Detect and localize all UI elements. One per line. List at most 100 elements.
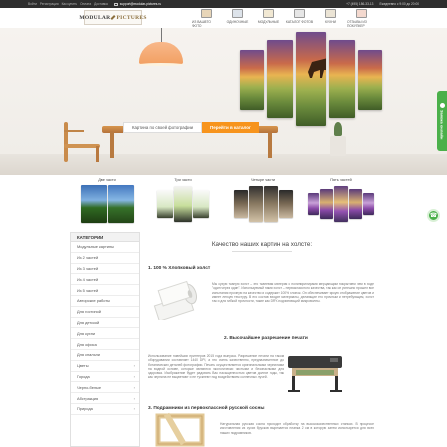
nav-item-single[interactable]: ОДИНОЧНЫЕ [223,9,252,28]
main-nav: ИЗ ВАШЕГО ФОТО ОДИНОЧНЫЕ МОДУЛЬНЫЕ КАТАЛ… [192,9,376,28]
category-label: Пять частей [330,178,352,182]
top-link[interactable]: Войти [28,2,37,6]
wooden-chair [60,122,106,162]
wall-panel [240,50,264,110]
sidebar-item-label: Из 3 частей [77,265,99,271]
nav-item-modular[interactable]: МОДУЛЬНЫЕ [254,9,283,28]
photo-frame-icon [201,9,212,18]
nav-item-label: МОДУЛЬНЫЕ [257,20,280,24]
chevron-down-icon: › [133,373,135,379]
sidebar-item[interactable]: Из 4 частей [71,274,139,286]
nav-item-own-photo[interactable]: ИЗ ВАШЕГО ФОТО [192,9,221,28]
sidebar-title: КАТЕГОРИИ [71,233,139,242]
top-bar: Войти Регистрация Как купить Оплата Дост… [0,0,447,8]
horse-icon [308,58,326,78]
sidebar-item[interactable]: Для спальни [71,350,139,361]
sidebar-item[interactable]: Черно-белые › [71,382,139,394]
catalog-button[interactable]: Перейти в каталог [202,122,259,133]
top-links: Войти Регистрация Как купить Оплата Дост… [28,2,108,6]
reviews-icon [356,9,367,18]
sidebar-item[interactable]: Для кухни [71,328,139,340]
sidebar-item-label: Из 2 частей [77,255,99,261]
sidebar-item[interactable]: Из 3 частей [71,264,139,275]
site-logo[interactable]: MODULAR PICTURES [79,10,146,25]
kitchen-icon [325,9,336,18]
plant-pot [330,122,346,156]
sidebar-item[interactable]: Для детской [71,318,139,329]
sidebar-item-label: Из 5 частей [77,287,99,293]
logo-word-1: MODULAR [79,14,111,21]
phone-call-button[interactable]: ☎ [427,209,440,222]
sidebar-item[interactable]: Природа › [71,404,139,415]
work-hours: Ежедневно с 9:00 до 20:00 [379,2,419,6]
category-five-parts[interactable]: Пять частей [300,178,382,224]
phone-number[interactable]: +7 (495) 186-33-13 [346,2,373,6]
top-link[interactable]: Оплата [80,2,91,6]
top-email[interactable]: support@modular-pictures.ru [113,2,161,6]
sidebar-item-label: Абстракция [77,395,99,401]
nav-item-label: ИЗ ВАШЕГО ФОТО [192,20,211,28]
section-text: Натуральная русская сосна проходит обраб… [220,422,374,435]
top-link[interactable]: Как купить [62,2,78,6]
sidebar-item-label: Из 4 частей [77,276,99,282]
section-text: Мы сухую тканую холст – это тканевая мат… [212,282,375,304]
sidebar-item-label: Для гостиной [77,309,101,315]
wall-panel [329,40,355,118]
nav-item-kitchens[interactable]: КУХНИ [316,9,345,28]
category-four-parts[interactable]: Четыре части [222,178,304,224]
sidebar-item-label: Для кухни [77,330,96,336]
phone-icon: ☎ [429,213,438,219]
sidebar-item-label: Природа [77,406,93,412]
quality-content: Качество наших картин на холсте: 1. 100 … [146,232,378,447]
nav-item-reviews[interactable]: ОТЗЫВЫ ИЗ ПОКУПКЕР [347,9,376,28]
sidebar-item[interactable]: Для офиса [71,339,139,350]
chevron-down-icon: › [133,406,135,412]
section-title: 1. 100 % Хлопковый холст [148,266,211,271]
section-heading: Качество наших картин на холсте: [211,241,313,248]
sidebar-item[interactable]: Абстракция › [71,393,139,404]
category-previews: Две части Три части Четыре части Пять ча… [0,175,447,232]
modular-picture-icon [263,9,274,18]
top-link[interactable]: Регистрация [40,2,59,6]
callback-tab-label: Заявка онлайн [439,109,445,140]
nav-item-catalog[interactable]: КАТАЛОГ ФОТОВ [285,9,314,28]
category-three-parts[interactable]: Три части [142,178,224,224]
sidebar-item[interactable]: Из 5 частей [71,285,139,296]
photo-order-label[interactable]: Картина по своей фотографии [123,122,203,133]
sidebar-item[interactable]: Модульные картины [71,242,139,253]
heading-divider [232,251,292,252]
hero-banner: Картина по своей фотографии Перейти в ка… [0,28,447,175]
catalog-icon [294,9,305,18]
category-label: Три части [174,178,192,182]
category-label: Две части [98,178,116,182]
nav-item-label: ОТЗЫВЫ ИЗ ПОКУПКЕР [347,20,367,28]
wall-panel [296,32,326,126]
section-title: 2. Высочайшее разрешение печати [224,336,308,341]
pendant-lamp [139,42,183,66]
sidebar-item-label: Для спальни [77,352,100,358]
sidebar-item-label: Цветы [77,363,89,369]
category-two-parts[interactable]: Две части [66,178,148,224]
sidebar-item[interactable]: Авторские работы [71,296,139,307]
category-sidebar: КАТЕГОРИИ Модульные картины Из 2 частей … [70,232,140,447]
callback-tab[interactable]: Заявка онлайн [437,91,447,151]
chevron-down-icon: › [133,363,135,369]
sidebar-item[interactable]: Цветы › [71,361,139,372]
table-leg [268,132,272,158]
lamp-cord [161,28,162,42]
nav-item-label: КУХНИ [324,20,336,24]
chevron-down-icon: › [133,384,135,390]
hero-cta: Картина по своей фотографии Перейти в ка… [123,122,259,133]
nav-item-label: ОДИНОЧНЫЕ [226,20,249,24]
sidebar-item[interactable]: Города › [71,372,139,383]
printer-icon [288,356,342,392]
nav-item-label: КАТАЛОГ ФОТОВ [285,20,314,24]
top-link[interactable]: Доставка [94,2,108,6]
sidebar-item-label: Города [77,373,90,379]
canvas-roll-icon [153,280,197,320]
sidebar-item[interactable]: Из 2 частей [71,253,139,264]
section-text: Использование новейших принтеров 2015 го… [148,354,284,380]
logo-mark-icon [110,15,116,20]
sidebar-item-label: Черно-белые [77,384,101,390]
sidebar-item[interactable]: Для гостиной [71,307,139,318]
